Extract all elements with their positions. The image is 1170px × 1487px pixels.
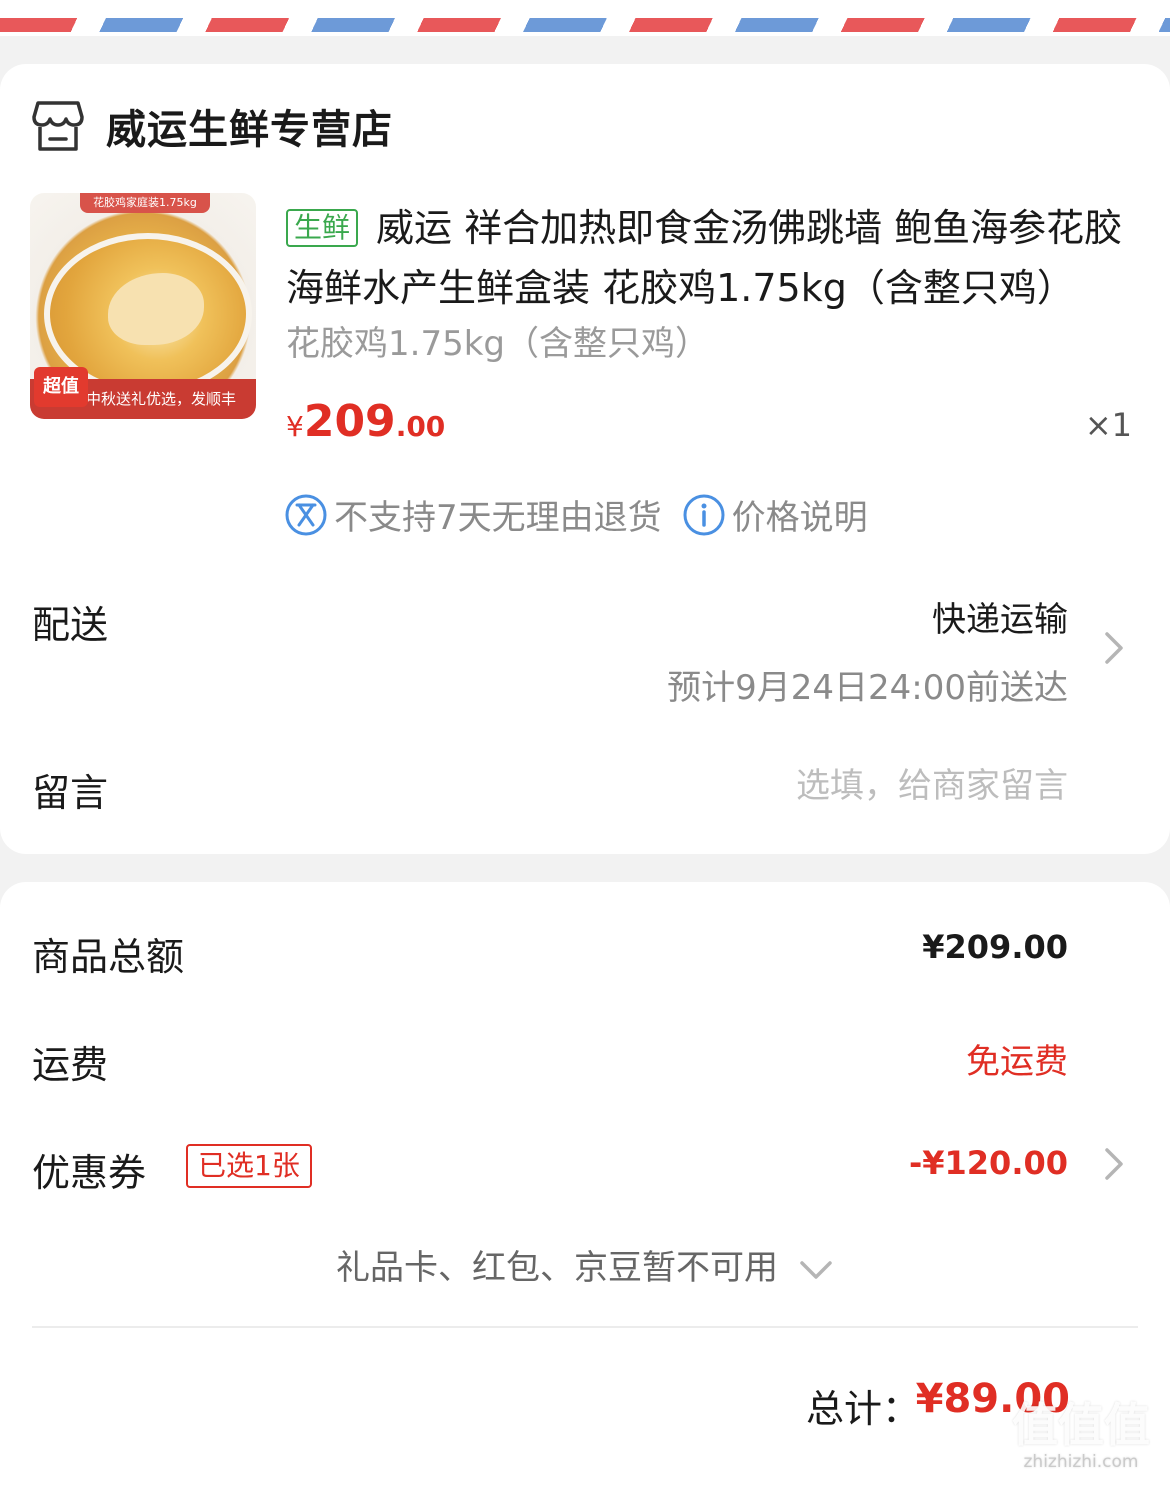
coupon-label: 优惠券 [32,1151,147,1195]
watermark: 值值值 zhizhizhi.com [1006,1400,1156,1474]
divider [32,1326,1138,1328]
shop-name[interactable]: 威运生鲜专营店 [106,97,393,155]
product-price: ¥209.00 [286,396,445,447]
message-label: 留言 [32,771,109,815]
watermark-site: zhizhizhi.com [1023,1452,1139,1472]
store-icon [32,101,84,151]
subtotal-label: 商品总额 [32,935,185,979]
info-icon[interactable] [682,493,726,537]
shipping-label: 运费 [32,1043,109,1087]
chevron-right-icon[interactable] [1102,630,1126,666]
product-spec: 花胶鸡1.75kg（含整只鸡） [286,324,709,364]
coupon-badge[interactable]: 已选1张 [186,1144,312,1188]
total-label: 总计： [805,1387,920,1431]
shop-header[interactable]: 威运生鲜专营店 [32,96,393,156]
chevron-right-icon[interactable] [1102,1146,1126,1182]
order-card [0,64,1170,854]
message-input[interactable] [566,760,1070,812]
unavailable-payments[interactable]: 礼品卡、红包、京豆暂不可用 [0,1240,1170,1289]
product-notices: 不支持7天无理由退货 价格说明 [284,490,868,539]
shipping-value: 免运费 [966,1042,1068,1082]
thumbnail-badge: 超值 [34,367,88,407]
delivery-eta: 预计9月24日24:00前送达 [667,668,1068,708]
product-quantity: ×1 [1084,406,1132,444]
subtotal-value: ¥209.00 [922,928,1068,966]
price-decimal: .00 [395,410,446,443]
coupon-value[interactable]: -¥120.00 [909,1144,1068,1182]
no-return-icon [285,494,327,535]
unavailable-text: 礼品卡、红包、京豆暂不可用 [336,1248,778,1288]
delivery-label: 配送 [32,603,109,647]
price-integer: 209 [303,396,396,447]
watermark-text: 值值值 [1012,1398,1150,1452]
price-currency: ¥ [286,410,304,443]
airmail-border [0,0,1170,36]
no-return-text: 不支持7天无理由退货 [334,498,662,538]
chevron-down-icon [800,1260,832,1279]
product-title-text: 威运 祥合加热即食金汤佛跳墙 鲍鱼海参花胶海鲜水产生鲜盒装 花胶鸡1.75kg（… [286,206,1123,310]
product-title[interactable]: 生鲜 威运 祥合加热即食金汤佛跳墙 鲍鱼海参花胶海鲜水产生鲜盒装 花胶鸡1.75k… [286,198,1142,318]
airmail-stripe [0,18,1170,32]
price-info-link[interactable]: 价格说明 [732,490,868,539]
delivery-method[interactable]: 快递运输 [932,592,1068,641]
product-thumbnail[interactable]: 花胶鸡家庭装1.75kg 中秋送礼优选，发顺丰 超值 [30,193,256,419]
thumbnail-top-label: 花胶鸡家庭装1.75kg [80,193,210,213]
fresh-tag: 生鲜 [286,209,359,247]
